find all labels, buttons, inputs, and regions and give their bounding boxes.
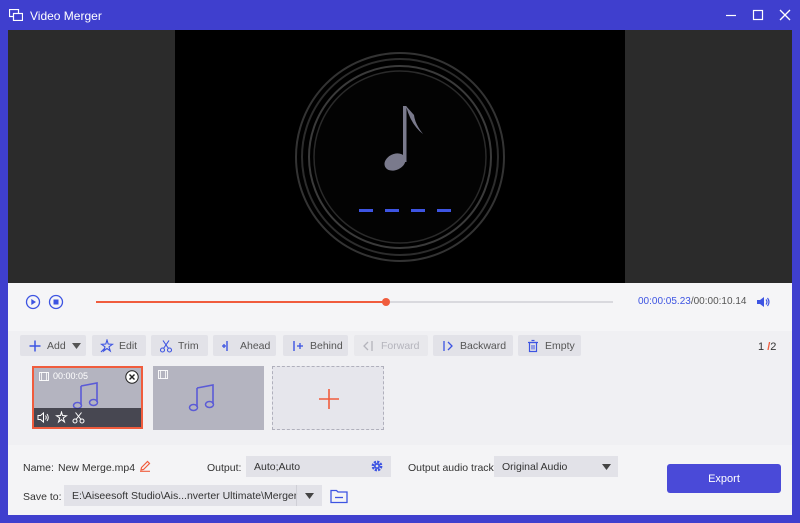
- clip-toolbar-area: Add Edit Trim Ahead Behind Forward Backw…: [8, 331, 792, 445]
- playback-bar: 00:00:05.23/00:00:10.14: [8, 283, 792, 331]
- page-indicator: 1 /2: [758, 341, 776, 353]
- clip-thumbnail[interactable]: 00:00:05: [32, 366, 143, 429]
- stop-icon[interactable]: [48, 294, 64, 310]
- trash-icon: [528, 339, 538, 352]
- music-note-icon: [188, 384, 215, 412]
- output-format-value: Auto;Auto: [254, 460, 301, 473]
- minimize-icon: [726, 14, 736, 17]
- preview-area: [8, 30, 792, 283]
- ahead-button[interactable]: Ahead: [213, 335, 276, 356]
- output-format-field[interactable]: Auto;Auto: [246, 456, 391, 477]
- progress-slider[interactable]: [96, 298, 613, 306]
- close-icon: [779, 9, 791, 21]
- volume-icon[interactable]: [755, 294, 771, 310]
- music-note-icon: [72, 382, 99, 410]
- edit-button[interactable]: Edit: [92, 335, 146, 356]
- export-label: Export: [708, 472, 740, 485]
- insert-ahead-icon: [222, 340, 228, 351]
- export-button[interactable]: Export: [667, 464, 781, 493]
- add-label: Add: [47, 339, 66, 352]
- chevron-down-icon: [601, 463, 611, 470]
- audio-track-label: Output audio track:: [408, 462, 497, 474]
- page-total: 2: [770, 341, 777, 353]
- output-label: Output:: [207, 462, 242, 474]
- volume-icon[interactable]: [37, 411, 50, 424]
- window-title: Video Merger: [30, 9, 102, 23]
- name-label: Name:: [23, 462, 54, 474]
- scissors-icon: [159, 339, 173, 353]
- plus-icon: [319, 389, 339, 409]
- play-icon[interactable]: [25, 294, 41, 310]
- open-folder-icon[interactable]: [330, 488, 348, 504]
- behind-button[interactable]: Behind: [283, 335, 348, 356]
- backward-label: Backward: [460, 339, 507, 352]
- save-path-dropdown[interactable]: [296, 485, 322, 506]
- forward-button[interactable]: Forward: [354, 335, 428, 356]
- minimize-button[interactable]: [724, 8, 738, 22]
- audio-track-value: Original Audio: [502, 460, 568, 473]
- progress-handle[interactable]: [381, 298, 390, 306]
- audio-visualizer: [295, 52, 505, 262]
- output-settings: Name: New Merge.mp4 Output: Auto;Auto Ou…: [8, 445, 792, 515]
- remove-clip-icon[interactable]: [125, 370, 139, 384]
- progress-fill: [96, 301, 386, 303]
- trim-label: Trim: [178, 339, 199, 352]
- magic-wand-icon: [100, 338, 114, 352]
- edit-label: Edit: [119, 339, 138, 352]
- maximize-icon: [752, 9, 764, 21]
- trim-button[interactable]: Trim: [151, 335, 208, 356]
- plus-icon: [29, 340, 41, 351]
- add-clip-button[interactable]: [272, 366, 384, 430]
- time-display: 00:00:05.23/00:00:10.14: [638, 296, 746, 307]
- page-current: 1: [758, 341, 765, 353]
- scissors-icon[interactable]: [72, 411, 85, 424]
- audio-track-dropdown[interactable]: [594, 456, 618, 477]
- forward-label: Forward: [381, 339, 420, 352]
- insert-behind-icon: [293, 340, 303, 351]
- clip-action-bar: [34, 408, 141, 427]
- chevron-down-icon: [305, 492, 314, 499]
- title-bar: Video Merger: [0, 0, 800, 30]
- film-strip-icon: [158, 370, 168, 379]
- maximize-button[interactable]: [751, 8, 765, 22]
- video-stage: [175, 30, 625, 283]
- ahead-label: Ahead: [240, 339, 271, 352]
- film-strip-icon: [39, 372, 49, 381]
- clip-thumbnail[interactable]: [153, 366, 264, 430]
- behind-label: Behind: [310, 339, 343, 352]
- backward-button[interactable]: Backward: [433, 335, 513, 356]
- pencil-icon[interactable]: [139, 460, 151, 472]
- total-time: 00:00:10.14: [693, 296, 747, 307]
- move-forward-icon: [363, 340, 373, 351]
- save-path-select[interactable]: E:\Aiseesoft Studio\Ais...nverter Ultima…: [64, 485, 322, 506]
- empty-button[interactable]: Empty: [518, 335, 581, 356]
- close-button[interactable]: [778, 8, 792, 22]
- current-time: 00:00:05.23: [638, 296, 691, 307]
- magic-wand-icon[interactable]: [55, 411, 68, 424]
- add-button[interactable]: Add: [20, 335, 86, 356]
- gear-icon[interactable]: [370, 459, 384, 473]
- move-backward-icon: [443, 340, 453, 351]
- save-path-value: E:\Aiseesoft Studio\Ais...nverter Ultima…: [72, 489, 298, 502]
- audio-track-select[interactable]: Original Audio: [494, 456, 618, 477]
- output-file-name: New Merge.mp4: [58, 462, 136, 474]
- merger-panel: 00:00:05.23/00:00:10.14 Add Edit Trim Ah…: [8, 30, 792, 515]
- save-to-label: Save to:: [23, 491, 62, 503]
- merge-app-icon: [9, 9, 23, 21]
- empty-label: Empty: [545, 339, 575, 352]
- chevron-down-icon: [71, 342, 81, 349]
